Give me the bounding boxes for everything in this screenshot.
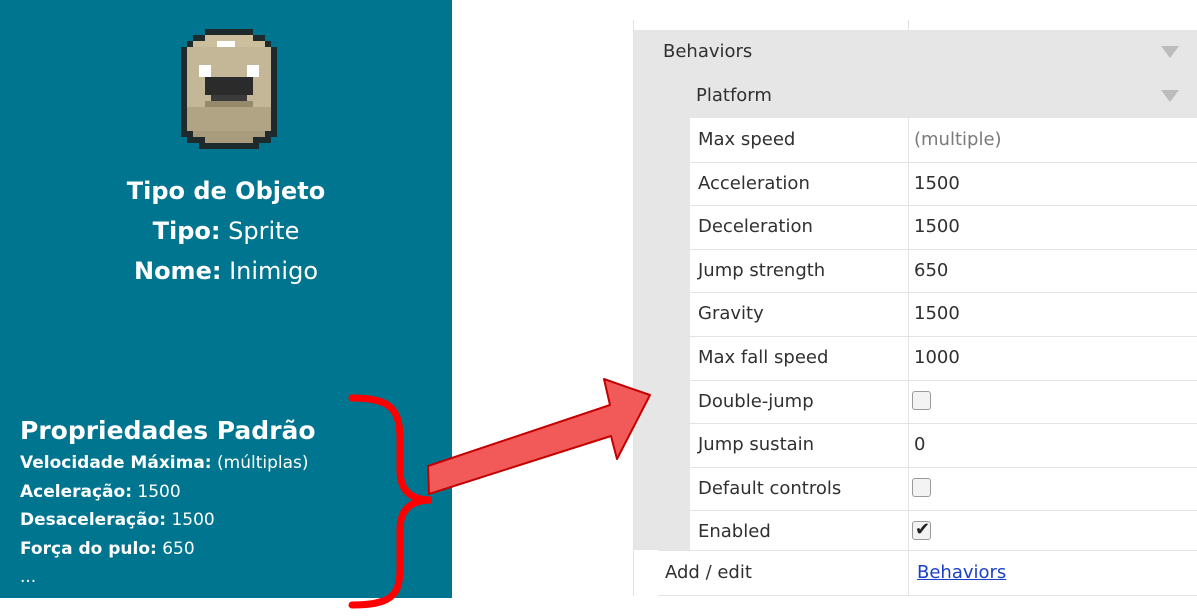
annotation-overlay [348, 378, 651, 609]
curly-brace-annotation [348, 394, 433, 609]
pointer-arrow [427, 378, 651, 495]
